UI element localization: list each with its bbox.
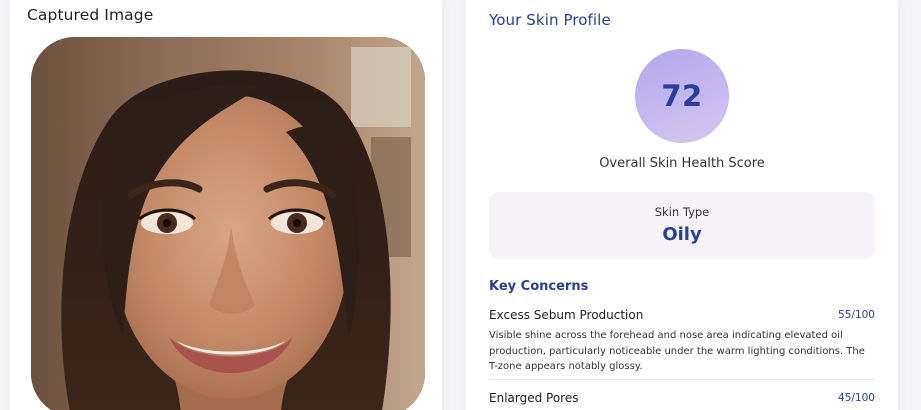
skin-profile-card: Your Skin Profile 72 Overall Skin Health… [466,0,898,410]
concern-name: Excess Sebum Production [489,308,644,322]
skin-type-label: Skin Type [654,205,710,219]
concern-score: 45/100 [838,392,875,404]
concern-name: Enlarged Pores [489,391,579,405]
skin-profile-title: Your Skin Profile [489,11,611,29]
skin-type-panel: Skin Type Oily [489,192,875,259]
captured-image-card: Captured Image [10,0,442,410]
concern-score: 55/100 [838,309,875,321]
concern-description: Visible shine across the forehead and no… [489,330,865,372]
captured-image-title: Captured Image [27,6,154,24]
concern-divider [489,379,875,380]
key-concerns-heading: Key Concerns [489,279,589,294]
skin-score-label: Overall Skin Health Score [599,156,765,171]
skin-score-circle: 72 [635,49,729,143]
skin-score-value: 72 [661,79,703,113]
skin-type-value: Oily [662,224,702,245]
captured-face-photo [31,37,425,410]
